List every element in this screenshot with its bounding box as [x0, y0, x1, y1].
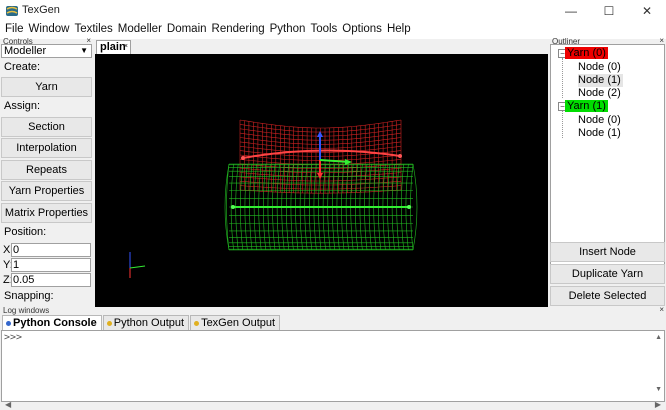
- position-y-row: Y: 1: [1, 258, 92, 272]
- menu-modeller[interactable]: Modeller: [116, 22, 165, 39]
- position-label: Position:: [4, 226, 47, 238]
- console-prompt: >>>: [4, 332, 23, 343]
- node-label: Node (0): [578, 114, 621, 126]
- log-title-text: Log windows: [3, 306, 50, 315]
- position-x-input[interactable]: 0: [11, 243, 91, 257]
- menu-tools[interactable]: Tools: [308, 22, 340, 39]
- interpolation-button[interactable]: Interpolation: [1, 138, 92, 158]
- close-button[interactable]: ✕: [628, 0, 666, 22]
- yarn-1-label: Yarn (1): [565, 100, 608, 112]
- node-label: Node (2): [578, 87, 621, 99]
- minimize-button[interactable]: —: [552, 0, 590, 22]
- chevron-down-icon: ▼: [80, 46, 88, 55]
- yarn-properties-button[interactable]: Yarn Properties: [1, 181, 92, 201]
- node-label: Node (1): [578, 74, 621, 86]
- duplicate-yarn-button[interactable]: Duplicate Yarn: [550, 264, 665, 284]
- tab-label: TexGen Output: [201, 317, 276, 329]
- tab-label: Python Console: [13, 317, 97, 329]
- yarn-1-node-1: [407, 205, 411, 209]
- tab-plain[interactable]: plain ×: [96, 40, 131, 54]
- position-y-input[interactable]: 1: [11, 258, 91, 272]
- tab-label: Python Output: [113, 317, 185, 329]
- gizmo-y-arrow: [317, 173, 323, 179]
- tree-item-yarn-0[interactable]: Yarn (0): [565, 47, 608, 60]
- menu-textiles[interactable]: Textiles: [72, 22, 115, 39]
- assign-label: Assign:: [4, 100, 41, 112]
- window-title: TexGen: [22, 4, 60, 16]
- repeats-button[interactable]: Repeats: [1, 160, 92, 180]
- tab-texgen-output[interactable]: TexGen Output: [190, 315, 281, 330]
- gizmo-x-axis: [319, 159, 350, 163]
- create-label: Create:: [4, 61, 41, 73]
- orientation-x-axis: [129, 265, 146, 269]
- delete-selected-button[interactable]: Delete Selected: [550, 286, 665, 306]
- 3d-viewport[interactable]: [95, 54, 548, 307]
- horizontal-scrollbar[interactable]: ◀ ▶: [1, 400, 665, 410]
- title-bar: TexGen — ☐ ✕: [0, 0, 666, 22]
- position-x-row: X: 0: [1, 243, 92, 257]
- python-console-icon: [6, 320, 11, 326]
- menu-options[interactable]: Options: [340, 22, 385, 39]
- controls-panel: Controls × Modeller ▼ Create: Yarn Assig…: [0, 37, 93, 307]
- scroll-right-icon[interactable]: ▶: [655, 400, 661, 409]
- python-console-input[interactable]: >>> ▲ ▼: [1, 330, 665, 402]
- scroll-up-icon[interactable]: ▲: [655, 334, 662, 341]
- tab-python-console[interactable]: Python Console: [2, 315, 102, 330]
- viewport-render: [129, 119, 418, 278]
- tree-item-yarn-1-node-0[interactable]: Node (0): [578, 114, 621, 127]
- node-label: Node (1): [578, 127, 621, 139]
- mesh-line: [412, 163, 418, 251]
- viewport-tab-bar: plain ×: [95, 39, 548, 54]
- snapping-label: Snapping:: [4, 290, 54, 302]
- menu-help[interactable]: Help: [385, 22, 414, 39]
- scroll-left-icon[interactable]: ◀: [5, 400, 11, 409]
- log-tab-bar: Python Console Python Output TexGen Outp…: [2, 315, 281, 330]
- tree-item-yarn-0-node-1[interactable]: Node (1): [578, 74, 623, 87]
- tab-close-icon[interactable]: ×: [124, 41, 128, 53]
- insert-node-button[interactable]: Insert Node: [550, 242, 665, 262]
- tree-item-yarn-0-node-2[interactable]: Node (2): [578, 87, 621, 100]
- yarn-0-label: Yarn (0): [565, 47, 608, 59]
- yarn-button[interactable]: Yarn: [1, 77, 92, 97]
- menu-rendering[interactable]: Rendering: [210, 22, 268, 39]
- yarn-0-node-2: [398, 154, 402, 158]
- section-button[interactable]: Section: [1, 117, 92, 137]
- mode-select-value: Modeller: [4, 45, 47, 57]
- menu-domain[interactable]: Domain: [165, 22, 210, 39]
- texgen-output-icon: [194, 320, 200, 326]
- node-label: Node (0): [578, 61, 621, 73]
- python-output-icon: [106, 320, 112, 326]
- maximize-button[interactable]: ☐: [590, 0, 628, 22]
- menu-python[interactable]: Python: [268, 22, 309, 39]
- menu-window[interactable]: Window: [27, 22, 73, 39]
- mesh-line: [224, 163, 230, 251]
- scroll-down-icon[interactable]: ▼: [655, 386, 662, 393]
- tree-item-yarn-1-node-1[interactable]: Node (1): [578, 127, 621, 140]
- yarn-0-node-0: [241, 156, 245, 160]
- tree-item-yarn-0-node-0[interactable]: Node (0): [578, 61, 621, 74]
- log-windows-panel: Log windows × Python Console Python Outp…: [0, 306, 666, 410]
- position-z-row: Z: 0.05: [1, 273, 92, 287]
- tab-python-output[interactable]: Python Output: [102, 315, 190, 330]
- mode-select[interactable]: Modeller ▼: [1, 44, 92, 58]
- texgen-logo-icon: [6, 6, 18, 16]
- dock-close-icon[interactable]: ×: [659, 306, 664, 314]
- mesh-line: [239, 119, 402, 129]
- tab-plain-label: plain: [100, 41, 126, 53]
- tree-item-yarn-1[interactable]: Yarn (1): [565, 100, 608, 113]
- matrix-properties-button[interactable]: Matrix Properties: [1, 203, 92, 223]
- position-z-input[interactable]: 0.05: [11, 273, 91, 287]
- yarn-1-node-0: [231, 205, 235, 209]
- log-dock-title: Log windows ×: [0, 306, 666, 315]
- outliner-panel: Outliner × − Yarn (0) Node (0) Node (1) …: [549, 37, 666, 307]
